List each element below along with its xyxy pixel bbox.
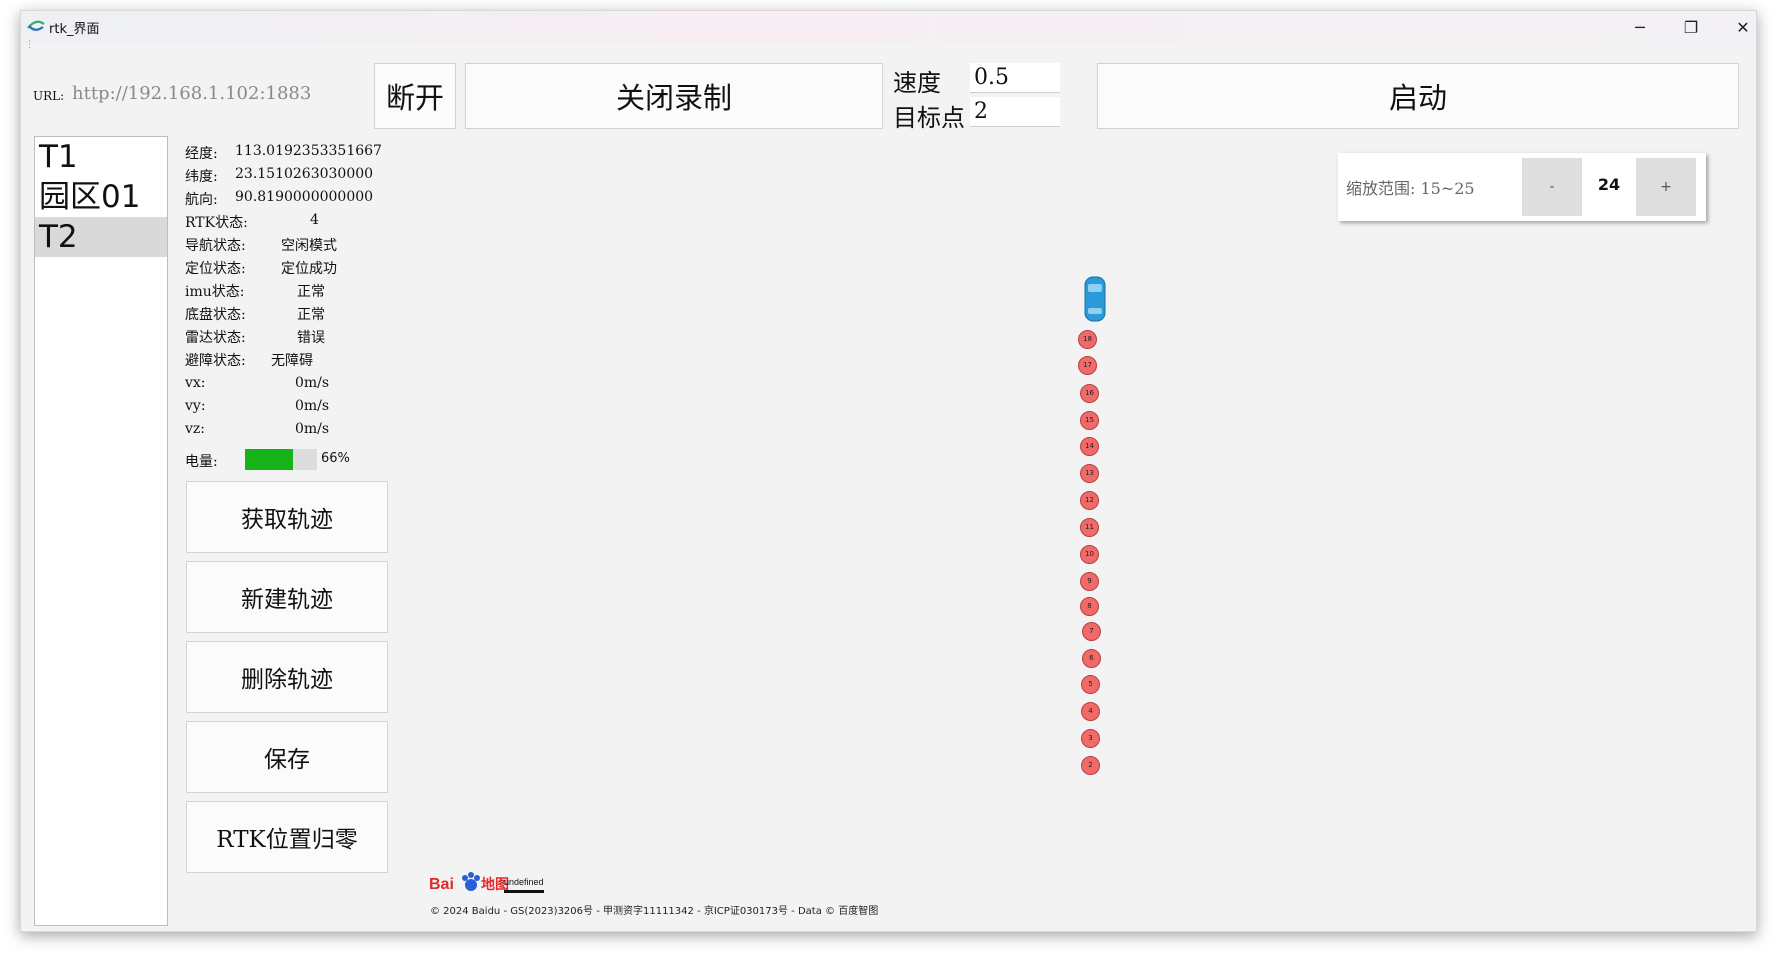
- waypoint-marker[interactable]: 6: [1082, 649, 1101, 668]
- vx-label: vx:: [185, 375, 206, 391]
- battery-row: 电量: 66%: [185, 451, 350, 471]
- speed-label: 速度: [893, 69, 941, 97]
- loc-status-label: 定位状态:: [185, 261, 246, 277]
- imu-status-value: 正常: [297, 284, 325, 300]
- longitude-label: 经度:: [185, 146, 218, 162]
- loc-status-value: 定位成功: [281, 261, 337, 277]
- battery-bar: [245, 449, 317, 470]
- get-track-button[interactable]: 获取轨迹: [186, 481, 388, 553]
- imu-status-row: imu状态: 正常: [185, 281, 325, 301]
- svg-text:Bai: Bai: [429, 876, 454, 893]
- waypoint-marker[interactable]: 3: [1081, 729, 1100, 748]
- longitude-value: 113.0192353351667: [235, 143, 382, 159]
- vz-value: 0m/s: [295, 421, 330, 437]
- battery-percent: 66%: [321, 451, 350, 466]
- waypoint-marker[interactable]: 10: [1080, 545, 1099, 564]
- battery-fill: [245, 449, 293, 470]
- close-button[interactable]: ✕: [1718, 11, 1768, 43]
- save-button[interactable]: 保存: [186, 721, 388, 793]
- car-icon[interactable]: [1083, 276, 1107, 322]
- nav-status-row: 导航状态: 空闲模式: [185, 235, 337, 255]
- maximize-button[interactable]: ❐: [1666, 11, 1716, 43]
- url-input[interactable]: [68, 63, 338, 123]
- nav-status-label: 导航状态:: [185, 238, 246, 254]
- waypoint-marker[interactable]: 18: [1078, 330, 1097, 349]
- waypoint-marker[interactable]: 13: [1080, 464, 1099, 483]
- track-item-selected[interactable]: T2: [35, 217, 167, 257]
- radar-status-label: 雷达状态:: [185, 330, 246, 346]
- waypoint-marker[interactable]: 11: [1080, 518, 1099, 537]
- menu-bar: ⋮: [21, 40, 1756, 53]
- imu-status-label: imu状态:: [185, 284, 245, 300]
- map-canvas[interactable]: [401, 136, 1741, 926]
- disconnect-button[interactable]: 断开: [374, 63, 456, 129]
- title-bar: rtk_界面 ─ ❐ ✕: [21, 11, 1756, 43]
- battery-label: 电量:: [185, 454, 218, 470]
- vz-label: vz:: [185, 421, 206, 437]
- rtk-status-row: RTK状态: 4: [185, 212, 319, 232]
- radar-status-value: 错误: [297, 330, 325, 346]
- loc-status-row: 定位状态: 定位成功: [185, 258, 337, 278]
- waypoint-marker[interactable]: 16: [1080, 384, 1099, 403]
- chassis-status-value: 正常: [297, 307, 325, 323]
- heading-label: 航向:: [185, 192, 218, 208]
- waypoint-marker[interactable]: 7: [1082, 622, 1101, 641]
- avoid-status-value: 无障碍: [271, 353, 313, 369]
- window-title: rtk_界面: [49, 22, 100, 37]
- heading-value: 90.8190000000000: [235, 189, 374, 205]
- map-copyright: © 2024 Baidu - GS(2023)3206号 - 甲测资字11111…: [430, 906, 879, 917]
- chassis-status-label: 底盘状态:: [185, 307, 246, 323]
- zoom-panel: 缩放范围: 15~25 - 24 +: [1338, 153, 1706, 221]
- track-list[interactable]: T1 园区01 T2: [34, 136, 168, 926]
- url-label: URL:: [33, 89, 65, 103]
- latitude-label: 纬度:: [185, 169, 218, 185]
- track-item[interactable]: 园区01: [35, 177, 167, 217]
- zoom-out-button[interactable]: -: [1522, 158, 1582, 216]
- waypoint-marker[interactable]: 2: [1081, 756, 1100, 775]
- waypoint-marker[interactable]: 5: [1081, 675, 1100, 694]
- minimize-button[interactable]: ─: [1615, 11, 1665, 43]
- longitude-row: 经度: 113.0192353351667: [185, 143, 382, 163]
- waypoint-marker[interactable]: 15: [1080, 411, 1099, 430]
- rtk-reset-button[interactable]: RTK位置归零: [186, 801, 388, 873]
- avoid-status-label: 避障状态:: [185, 353, 246, 369]
- waypoint-marker[interactable]: 9: [1080, 572, 1099, 591]
- app-logo-icon: [27, 20, 45, 31]
- start-button[interactable]: 启动: [1097, 63, 1739, 129]
- latitude-value: 23.1510263030000: [235, 166, 374, 182]
- app-window: rtk_界面 ─ ❐ ✕ ⋮ URL: 断开 关闭录制 速度 目标点 启动 T1…: [20, 10, 1757, 932]
- zoom-range-label: 缩放范围: 15~25: [1346, 179, 1475, 198]
- target-point-input[interactable]: [970, 97, 1060, 127]
- waypoint-marker[interactable]: 12: [1080, 491, 1099, 510]
- menu-handle-icon[interactable]: ⋮: [25, 40, 34, 50]
- delete-track-button[interactable]: 删除轨迹: [186, 641, 388, 713]
- new-track-button[interactable]: 新建轨迹: [186, 561, 388, 633]
- avoid-status-row: 避障状态: 无障碍: [185, 350, 313, 370]
- target-label: 目标点: [893, 104, 965, 132]
- rtk-status-label: RTK状态:: [185, 215, 248, 231]
- vx-row: vx: 0m/s: [185, 375, 329, 391]
- vy-label: vy:: [185, 398, 206, 414]
- zoom-level-value: 24: [1597, 175, 1621, 194]
- waypoint-marker[interactable]: 4: [1081, 702, 1100, 721]
- nav-status-value: 空闲模式: [281, 238, 337, 254]
- radar-status-row: 雷达状态: 错误: [185, 327, 325, 347]
- zoom-in-button[interactable]: +: [1636, 158, 1696, 216]
- latitude-row: 纬度: 23.1510263030000: [185, 166, 373, 186]
- heading-row: 航向: 90.8190000000000: [185, 189, 373, 209]
- vy-row: vy: 0m/s: [185, 398, 329, 414]
- baidu-map-logo[interactable]: Bai 地图 undefined: [429, 868, 554, 896]
- scale-text: undefined: [504, 877, 544, 887]
- vz-row: vz: 0m/s: [185, 421, 329, 437]
- vx-value: 0m/s: [295, 375, 330, 391]
- speed-input[interactable]: [970, 63, 1060, 93]
- vy-value: 0m/s: [295, 398, 330, 414]
- waypoint-marker[interactable]: 8: [1080, 597, 1099, 616]
- waypoint-marker[interactable]: 14: [1080, 437, 1099, 456]
- stop-recording-button[interactable]: 关闭录制: [465, 63, 883, 129]
- waypoint-marker[interactable]: 17: [1078, 356, 1097, 375]
- rtk-status-value: 4: [310, 212, 319, 228]
- track-item[interactable]: T1: [35, 137, 167, 177]
- chassis-status-row: 底盘状态: 正常: [185, 304, 325, 324]
